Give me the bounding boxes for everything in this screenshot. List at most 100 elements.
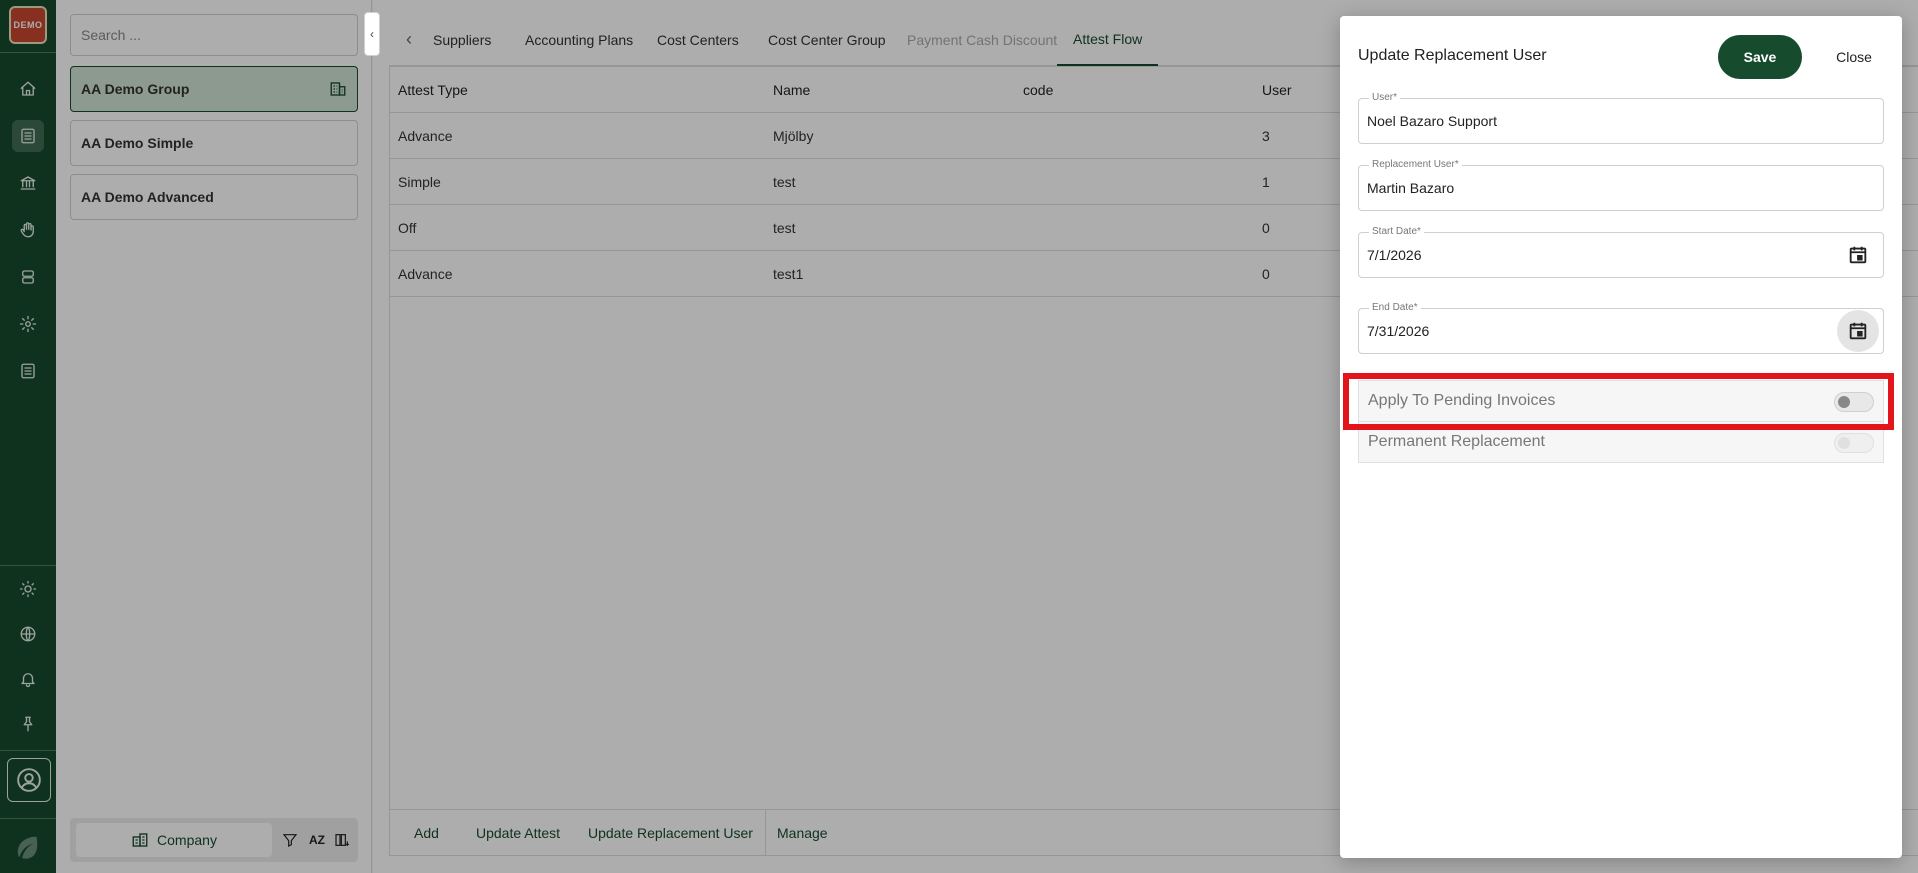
demo-logo[interactable]: DEMO [9,6,47,44]
toggle-knob [1838,396,1850,408]
columns-icon[interactable] [332,830,352,850]
cell-name: test1 [773,266,804,282]
list-footer: Company AZ [70,818,358,862]
cell-user: 0 [1262,266,1270,282]
sun-icon[interactable] [12,573,44,605]
building-icon [329,80,347,98]
tab-label: Payment Cash Discount [907,32,1058,48]
cell-name: test [773,174,796,190]
filter-icon[interactable] [280,830,300,850]
tab-accounting-plans[interactable]: Accounting Plans [525,14,633,66]
toggle-knob [1838,437,1850,449]
tab-label: Cost Center Group [768,32,886,48]
update-replacement-user-dialog: Update Replacement User Save Close User*… [1340,16,1902,858]
cell-user: 1 [1262,174,1270,190]
bell-icon[interactable] [12,663,44,695]
update-attest-button[interactable]: Update Attest [476,810,560,856]
company-item-aa-demo-group[interactable]: AA Demo Group [70,66,358,112]
company-name: AA Demo Advanced [81,189,214,205]
tab-label: Suppliers [433,32,492,48]
company-list-panel: ‹ AA Demo Group AA Demo Simple AA Demo A… [56,0,380,873]
hand-icon[interactable] [12,214,44,246]
pin-icon[interactable] [12,708,44,740]
cell-name: test [773,220,796,236]
nav-rail: DEMO [0,0,56,873]
end-date-field[interactable]: End Date* [1358,302,1884,354]
gear-icon[interactable] [12,308,44,340]
list-icon[interactable] [12,355,44,387]
chevron-left-icon: ‹ [370,27,374,41]
brand-leaf-icon [8,827,48,867]
bank-icon[interactable] [12,167,44,199]
company-filter-button[interactable]: Company [76,823,272,857]
permanent-replacement-row[interactable]: Permanent Replacement [1358,421,1884,463]
start-date-field[interactable]: Start Date* [1358,226,1884,278]
replacement-user-field[interactable]: Replacement User* [1358,159,1884,211]
actions-divider [765,810,766,856]
collapse-panel-button[interactable]: ‹ [364,12,380,56]
search-input[interactable] [70,14,358,56]
column-header-user[interactable]: User [1254,67,1292,113]
sort-label: AZ [309,833,325,847]
tab-label: Cost Centers [657,32,739,48]
cell-name: Mjölby [773,128,814,144]
database-icon[interactable] [12,261,44,293]
close-button[interactable]: Close [1818,35,1890,79]
tab-suppliers[interactable]: Suppliers [433,14,491,66]
permanent-replacement-label: Permanent Replacement [1368,433,1545,450]
company-name: AA Demo Simple [81,135,194,151]
cell-user: 3 [1262,128,1270,144]
tabs-prev-button[interactable]: ‹ [389,14,429,64]
start-date-input[interactable] [1367,233,1807,277]
globe-icon[interactable] [12,618,44,650]
manage-button[interactable]: Manage [777,810,828,856]
user-profile-icon[interactable] [7,758,51,802]
sort-az-icon[interactable]: AZ [307,830,327,850]
cell-code [1015,205,1023,251]
tab-cost-centers[interactable]: Cost Centers [657,14,739,66]
rail-divider [0,818,56,819]
cell-code [1015,113,1023,159]
calendar-icon[interactable] [1837,310,1879,352]
apply-pending-invoices-label: Apply To Pending Invoices [1368,392,1556,409]
save-button[interactable]: Save [1718,35,1802,79]
replacement-user-input[interactable] [1367,166,1807,210]
logo-text: DEMO [13,20,43,30]
cell-attest-type: Advance [398,266,453,282]
user-field[interactable]: User* [1358,92,1884,144]
tab-label: Attest Flow [1073,31,1143,47]
company-item-aa-demo-simple[interactable]: AA Demo Simple [70,120,358,166]
chevron-left-icon: ‹ [406,28,412,49]
rail-divider [0,565,56,566]
column-header-code[interactable]: code [1015,67,1053,113]
building-icon [132,833,148,847]
add-button[interactable]: Add [414,810,439,856]
cell-code [1015,159,1023,205]
company-item-aa-demo-advanced[interactable]: AA Demo Advanced [70,174,358,220]
company-button-label: Company [157,832,217,848]
calendar-icon[interactable] [1837,234,1879,276]
column-header-name[interactable]: Name [765,67,810,113]
rail-divider [0,750,56,751]
cell-attest-type: Off [398,220,417,236]
rail-divider [0,52,56,53]
apply-pending-invoices-row[interactable]: Apply To Pending Invoices [1358,380,1884,422]
tab-payment-cash-discount: Payment Cash Discount [907,14,1057,66]
cell-attest-type: Advance [398,128,453,144]
cell-code [1015,251,1023,297]
permanent-replacement-toggle[interactable] [1834,433,1874,453]
home-icon[interactable] [12,73,44,105]
column-header-attest-type[interactable]: Attest Type [390,67,468,113]
cell-attest-type: Simple [398,174,441,190]
dialog-title: Update Replacement User [1358,47,1547,64]
cell-user: 0 [1262,220,1270,236]
tab-attest-flow[interactable]: Attest Flow [1057,14,1159,66]
end-date-input[interactable] [1367,309,1807,353]
apply-pending-invoices-toggle[interactable] [1834,392,1874,412]
update-replacement-user-button[interactable]: Update Replacement User [588,810,753,856]
user-input[interactable] [1367,99,1807,143]
document-icon[interactable] [12,120,44,152]
tab-cost-center-group[interactable]: Cost Center Group [768,14,886,66]
company-name: AA Demo Group [81,81,190,97]
tab-label: Accounting Plans [525,32,634,48]
